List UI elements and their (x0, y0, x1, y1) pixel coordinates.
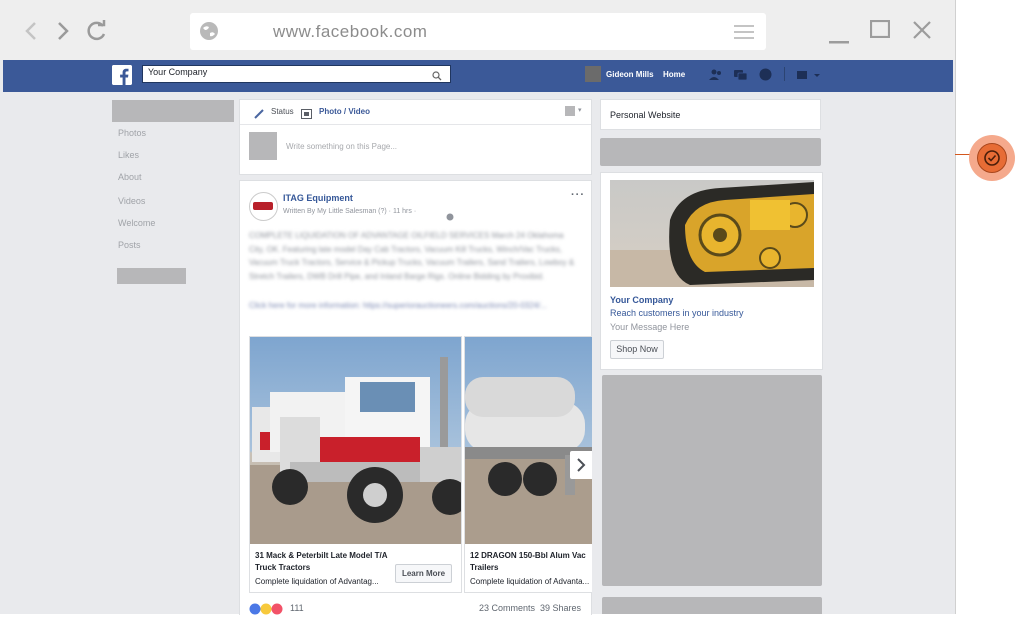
comments-count[interactable]: 23 Comments (479, 603, 535, 613)
right-placeholder-bar (600, 138, 821, 166)
forward-icon[interactable] (50, 18, 76, 44)
friend-requests-icon[interactable] (709, 68, 723, 86)
ad-card[interactable]: Your Company Reach customers in your ind… (600, 172, 823, 370)
post-link[interactable]: Click here for more information: https:/… (249, 299, 581, 313)
page-name-placeholder (112, 100, 234, 122)
carousel-card-1[interactable]: 31 Mack & Peterbilt Late Model T/A Truck… (249, 336, 462, 593)
facebook-logo[interactable] (112, 65, 132, 85)
search-input[interactable]: Your Company (142, 65, 451, 83)
ad-message: Your Message Here (610, 322, 690, 332)
avatar[interactable] (585, 66, 601, 82)
vac-trailers-image (465, 337, 592, 544)
checkmark-icon[interactable] (977, 143, 1007, 173)
pencil-icon (254, 106, 264, 124)
personal-website-card[interactable]: Personal Website (600, 99, 821, 130)
ad-company-name[interactable]: Your Company (610, 295, 673, 305)
carousel-card-2-title: 12 DRAGON 150-Bbl Alum Vac Trailers (470, 551, 586, 572)
url-text: www.facebook.com (273, 22, 428, 41)
composer-tabs: Status Photo / Video ▾ (240, 100, 591, 125)
maximize-icon[interactable] (869, 19, 891, 43)
left-nav-photos[interactable]: Photos (118, 128, 146, 138)
facebook-header: Your Company Gideon Mills Home (3, 60, 953, 92)
browser-toolbar: www.facebook.com (0, 0, 955, 60)
search-input-value: Your Company (148, 67, 208, 77)
left-button-placeholder[interactable] (117, 268, 186, 284)
shop-now-button[interactable]: Shop Now (610, 340, 664, 359)
close-icon[interactable] (912, 20, 932, 45)
composer: Status Photo / Video ▾ Write something o… (239, 99, 592, 175)
account-menu-icon[interactable] (797, 68, 823, 86)
messages-icon[interactable] (734, 68, 748, 86)
search-icon[interactable] (432, 68, 442, 86)
shares-count[interactable]: 39 Shares (540, 603, 581, 613)
left-nav-about[interactable]: About (118, 172, 142, 182)
public-globe-icon (446, 208, 454, 226)
minimize-icon[interactable] (829, 31, 849, 49)
post-body: COMPLETE LIQUIDATION OF ADVANTAGE OILFIE… (249, 231, 575, 281)
address-bar[interactable]: www.facebook.com (190, 13, 766, 50)
bulldozer-track-image (610, 180, 814, 287)
carousel-card-1-title: 31 Mack & Peterbilt Late Model T/A Truck… (255, 551, 388, 572)
post-options-icon[interactable]: ··· (571, 189, 585, 201)
photo-icon (301, 106, 312, 124)
personal-website-label[interactable]: Personal Website (610, 110, 680, 120)
carousel-next-button[interactable] (570, 451, 592, 479)
ad-tagline[interactable]: Reach customers in your industry (610, 308, 744, 318)
carousel-card-2-subtitle: Complete liquidation of Advanta... (470, 577, 590, 586)
notifications-globe-icon[interactable] (759, 68, 772, 86)
reaction-count[interactable]: 111 (290, 603, 304, 613)
learn-more-button[interactable]: Learn More (395, 564, 452, 583)
carousel-card-2[interactable]: 12 DRAGON 150-Bbl Alum Vac Trailers Comp… (464, 336, 592, 593)
truck-tractors-image (250, 337, 461, 544)
left-nav-posts[interactable]: Posts (118, 240, 141, 250)
page-avatar[interactable] (249, 192, 278, 221)
post-byline: Written By My Little Salesman (?) · 11 h… (283, 208, 417, 215)
left-nav-likes[interactable]: Likes (118, 150, 139, 160)
composer-avatar (249, 132, 277, 160)
right-placeholder-bottom (602, 597, 822, 614)
reload-icon[interactable] (84, 18, 110, 44)
left-nav-welcome[interactable]: Welcome (118, 218, 155, 228)
back-icon[interactable] (18, 18, 44, 44)
carousel-card-1-subtitle: Complete liquidation of Advantag... (255, 577, 379, 586)
composer-input[interactable]: Write something on this Page... (286, 142, 397, 151)
composer-dropdown-icon[interactable]: ▾ (578, 106, 582, 114)
reaction-icons[interactable] (249, 602, 287, 620)
post-card: ITAG Equipment Written By My Little Sale… (239, 180, 592, 615)
menu-icon[interactable] (734, 24, 754, 45)
photo-video-tab[interactable]: Photo / Video (319, 107, 370, 116)
composer-option-square[interactable] (565, 106, 575, 116)
status-tab[interactable]: Status (271, 107, 294, 116)
globe-icon (199, 21, 219, 46)
profile-name-link[interactable]: Gideon Mills (606, 70, 654, 79)
left-nav-videos[interactable]: Videos (118, 196, 145, 206)
post-page-name[interactable]: ITAG Equipment (283, 193, 353, 203)
header-divider (784, 67, 785, 81)
browser-window: www.facebook.com Your Company Gideon Mil… (0, 0, 956, 615)
home-link[interactable]: Home (663, 70, 685, 79)
right-placeholder-block (602, 375, 822, 586)
